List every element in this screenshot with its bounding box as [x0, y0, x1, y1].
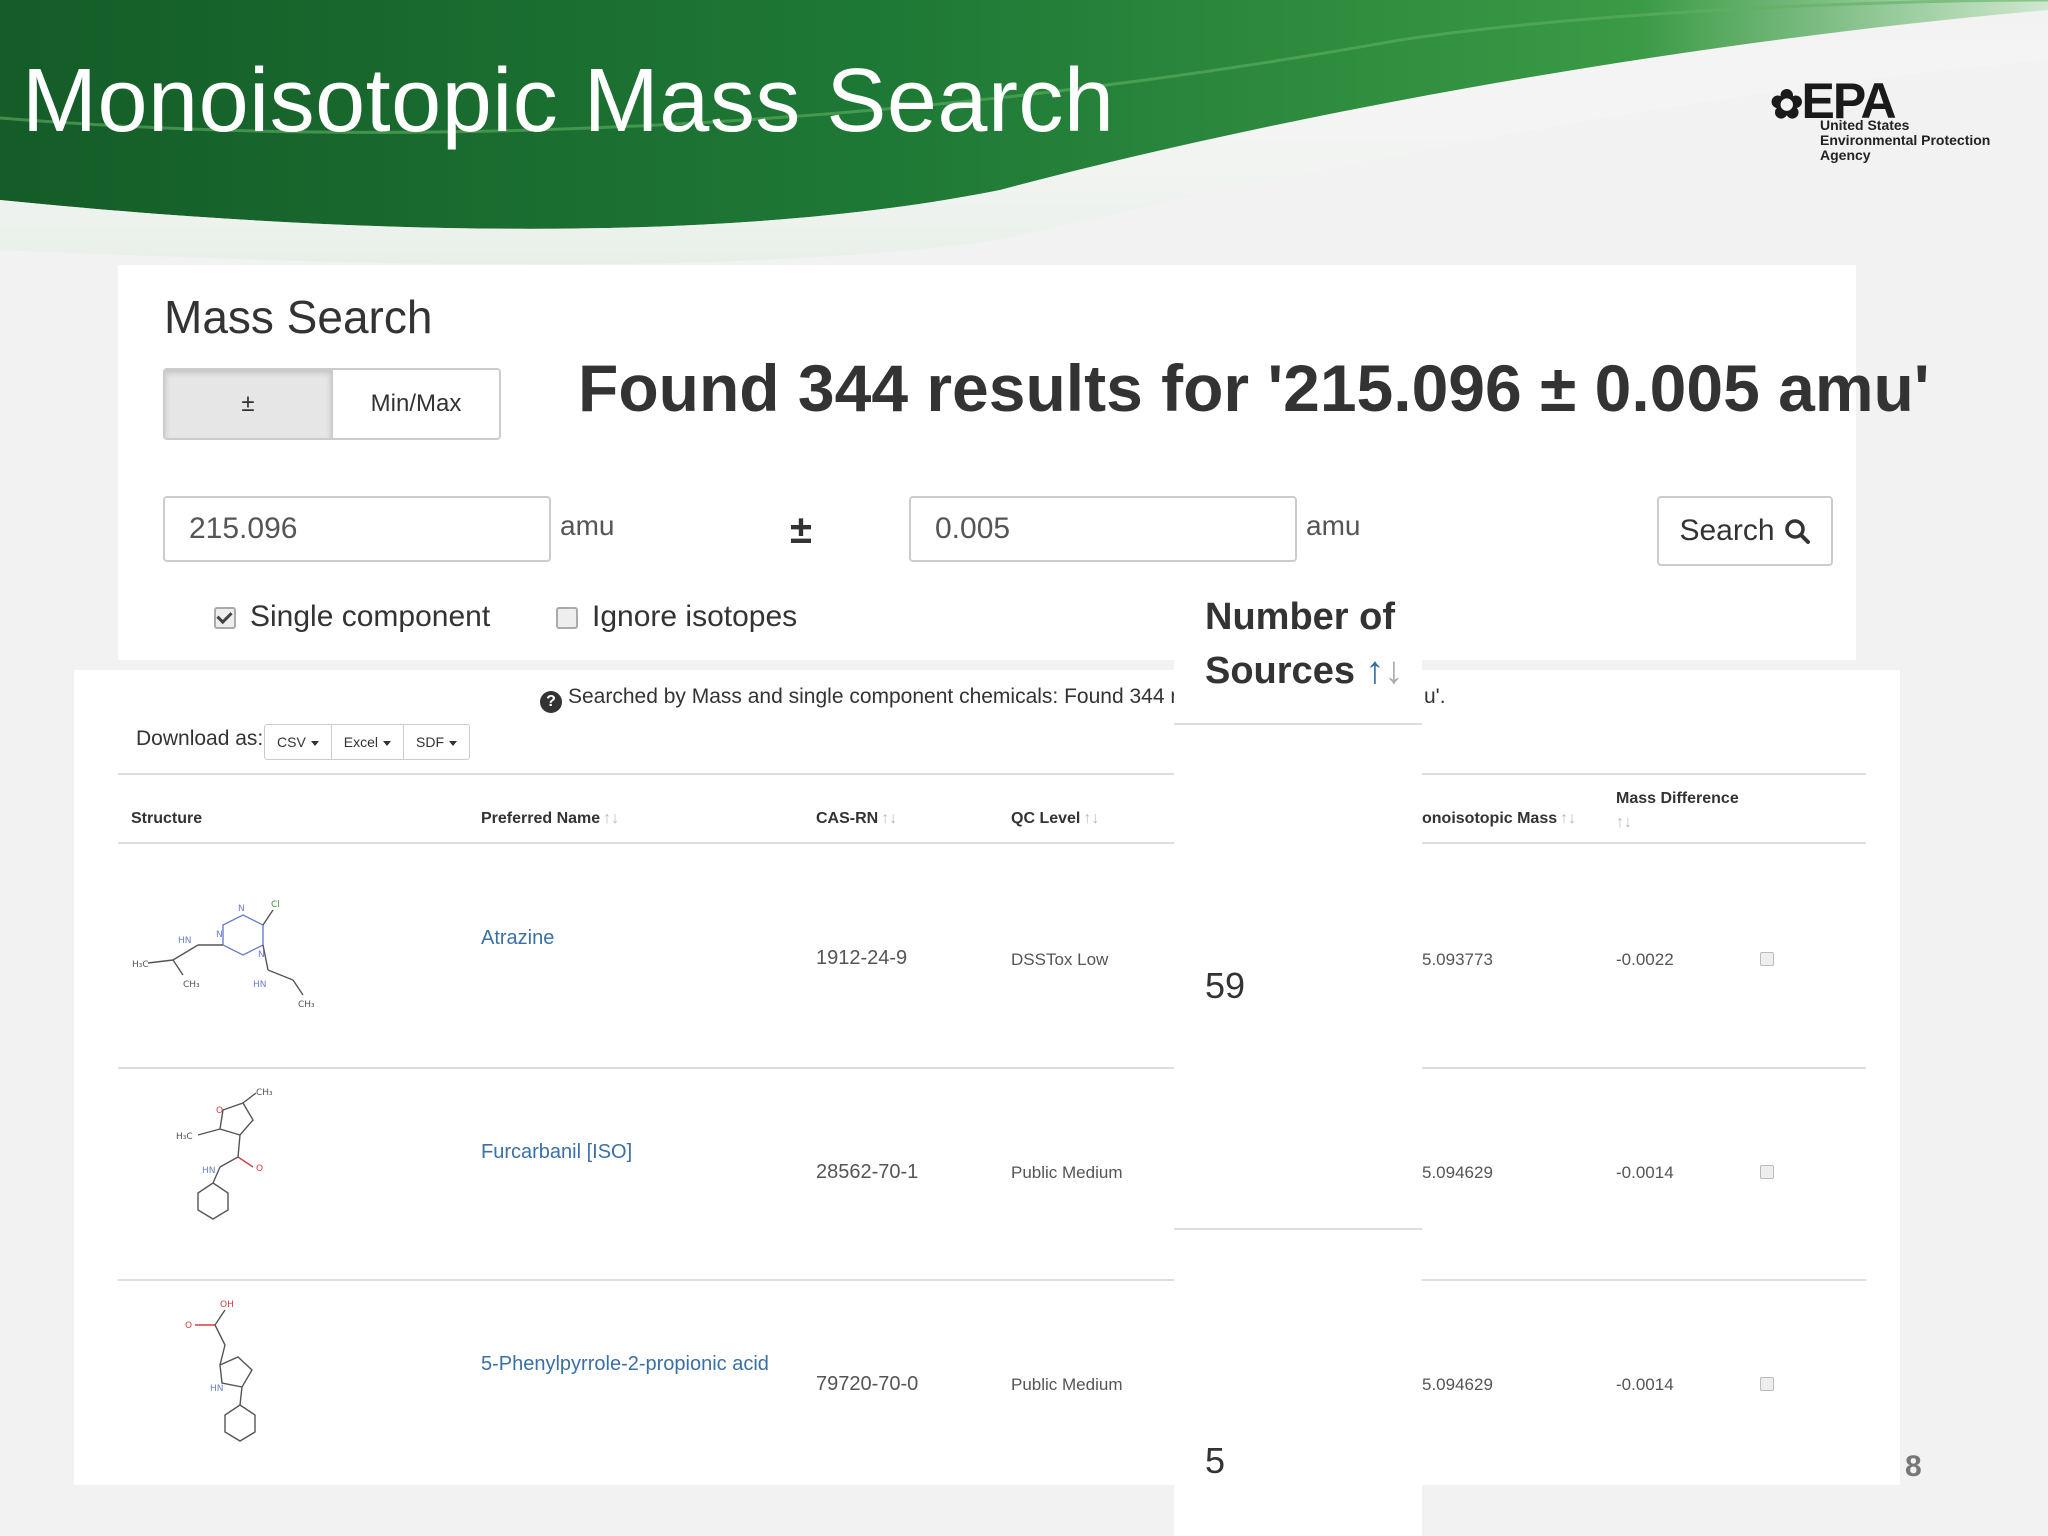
result-name-link[interactable]: Furcarbanil [ISO] [481, 1141, 632, 1164]
svg-text:CH₃: CH₃ [298, 1000, 315, 1010]
sort-down-arrow-icon[interactable]: ↓ [1385, 650, 1404, 692]
mass-unit-label: amu [560, 510, 615, 541]
sort-arrows-icon[interactable]: ↑↓ [1616, 814, 1632, 831]
ignore-isotopes-label: Ignore isotopes [592, 600, 798, 633]
result-casrn: 28562-70-1 [816, 1161, 919, 1183]
row-select-checkbox[interactable] [1760, 952, 1774, 966]
result-casrn: 1912-24-9 [816, 947, 908, 969]
sources-count: 5 [1205, 1440, 1226, 1481]
column-header-preferred-name[interactable]: Preferred Name ↑↓ [481, 810, 619, 828]
result-qc-level: Public Medium [1011, 1163, 1123, 1182]
sort-arrows-icon[interactable]: ↑↓ [1083, 810, 1099, 827]
svg-text:Cl: Cl [271, 900, 280, 910]
row-divider [118, 1067, 1866, 1069]
results-summary: ? Searched by Mass and single component c… [540, 685, 1200, 713]
single-component-label: Single component [250, 600, 491, 633]
result-mono-mass: 5.093773 [1422, 950, 1493, 969]
svg-text:HN: HN [253, 980, 267, 990]
svg-text:O: O [256, 1164, 263, 1174]
svg-text:OH: OH [220, 1300, 234, 1310]
sources-header-divider [1174, 723, 1422, 725]
svg-text:HN: HN [210, 1384, 224, 1394]
download-label: Download as: [136, 727, 264, 750]
ignore-isotopes-checkbox[interactable] [556, 607, 578, 630]
single-component-checkbox[interactable] [214, 607, 236, 630]
svg-text:N: N [216, 930, 223, 940]
column-header-mass-difference[interactable]: Mass Difference ↑↓ [1616, 787, 1739, 835]
min-max-mode-button[interactable]: Min/Max [333, 370, 499, 438]
result-mass-diff: -0.0022 [1616, 950, 1674, 969]
plus-minus-symbol: ± [790, 508, 812, 552]
caret-down-icon [449, 740, 458, 746]
download-button-group: CSV Excel SDF [264, 724, 471, 760]
result-mass-diff: -0.0014 [1616, 1163, 1674, 1182]
row-select-checkbox[interactable] [1760, 1377, 1774, 1391]
svg-text:O: O [216, 1106, 223, 1116]
svg-text:H₃C: H₃C [132, 960, 149, 970]
sort-arrows-icon[interactable]: ↑↓ [603, 810, 619, 827]
download-sdf-button[interactable]: SDF [404, 725, 469, 759]
question-circle-icon: ? [540, 691, 562, 713]
slide-title: Monoisotopic Mass Search [22, 51, 1115, 151]
structure-image-furcarbanil: O O HN CH₃ H₃C [176, 1088, 273, 1220]
panel-title: Mass Search [164, 291, 433, 343]
result-qc-level: DSSTox Low [1011, 950, 1109, 969]
mass-input[interactable]: 215.096 [163, 496, 551, 562]
sort-arrows-icon[interactable]: ↑↓ [881, 810, 897, 827]
row-select-checkbox[interactable] [1760, 1165, 1774, 1179]
page-number: 8 [1905, 1450, 1922, 1483]
search-button[interactable]: Search [1657, 496, 1833, 566]
results-summary-tail: u'. [1424, 685, 1446, 708]
single-component-option[interactable]: Single component [214, 600, 490, 634]
svg-text:N: N [258, 950, 265, 960]
result-mass-diff: -0.0014 [1616, 1375, 1674, 1394]
sources-count: 59 [1205, 965, 1246, 1006]
svg-text:CH₃: CH₃ [183, 980, 200, 990]
svg-text:O: O [185, 1321, 192, 1331]
column-header-casrn[interactable]: CAS-RN ↑↓ [816, 810, 897, 828]
download-csv-button[interactable]: CSV [265, 725, 332, 759]
sources-row-divider [1174, 1228, 1422, 1230]
found-results-banner: Found 344 results for '215.096 ± 0.005 a… [578, 351, 1930, 425]
structure-image-phenylpyrrole: OH O HN [185, 1300, 256, 1442]
caret-down-icon [310, 740, 319, 746]
table-header-divider [118, 842, 1866, 844]
result-casrn: 79720-70-0 [816, 1373, 919, 1395]
table-top-divider [118, 773, 1866, 775]
search-button-label: Search [1679, 514, 1775, 547]
sort-up-arrow-icon[interactable]: ↑ [1366, 650, 1385, 692]
result-mono-mass: 5.094629 [1422, 1375, 1493, 1394]
search-mode-toggle: ± Min/Max [163, 368, 501, 440]
plus-minus-mode-button[interactable]: ± [165, 370, 333, 438]
column-header-monoisotopic-mass[interactable]: onoisotopic Mass ↑↓ [1422, 810, 1576, 828]
tolerance-unit-label: amu [1306, 510, 1361, 541]
epa-logo: ✿EPA United States Environmental Protect… [1770, 70, 2010, 170]
row-divider [118, 1279, 1866, 1281]
epa-logo-subtitle: United States Environmental Protection A… [1820, 117, 1991, 163]
column-header-number-of-sources[interactable]: Number of Sources ↑↓ [1205, 590, 1404, 698]
structure-image-atrazine: N N N HN HN Cl H₃C CH₃ CH₃ [132, 900, 315, 1010]
result-name-link[interactable]: 5-Phenylpyrrole-2-propionic acid [481, 1353, 769, 1376]
caret-down-icon [383, 740, 392, 746]
svg-text:H₃C: H₃C [176, 1132, 193, 1142]
column-header-qc-level[interactable]: QC Level ↑↓ [1011, 810, 1099, 828]
sort-arrows-icon[interactable]: ↑↓ [1560, 810, 1576, 827]
svg-text:CH₃: CH₃ [256, 1088, 273, 1098]
column-header-structure: Structure [131, 810, 203, 827]
download-excel-button[interactable]: Excel [332, 725, 405, 759]
tolerance-input[interactable]: 0.005 [909, 496, 1297, 562]
svg-text:N: N [238, 904, 245, 914]
search-icon [1784, 519, 1810, 544]
sources-column-overlay [1174, 566, 1422, 1536]
ignore-isotopes-option[interactable]: Ignore isotopes [556, 600, 797, 634]
result-qc-level: Public Medium [1011, 1375, 1123, 1394]
result-name-link[interactable]: Atrazine [481, 927, 554, 950]
svg-text:HN: HN [202, 1166, 216, 1176]
result-mono-mass: 5.094629 [1422, 1163, 1493, 1182]
svg-text:HN: HN [178, 936, 192, 946]
